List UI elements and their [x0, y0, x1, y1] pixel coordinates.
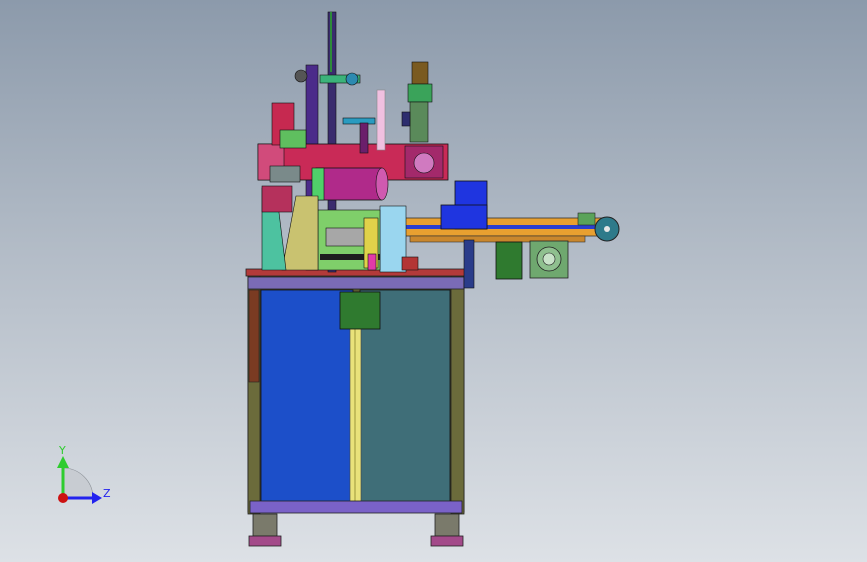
triad-origin — [58, 493, 68, 503]
coordinate-triad: Y Z — [57, 444, 111, 504]
model-drawing[interactable]: Y Z — [0, 0, 867, 562]
z-axis-label: Z — [103, 487, 111, 500]
cad-viewport[interactable]: Y Z — [0, 0, 867, 562]
cabinet-frame — [245, 268, 467, 515]
triad-quadrant-shape — [62, 467, 94, 499]
y-axis-label: Y — [58, 444, 66, 457]
leveling-feet — [248, 513, 464, 547]
y-axis-arrowhead — [57, 456, 69, 468]
z-axis-arrowhead — [92, 492, 102, 504]
